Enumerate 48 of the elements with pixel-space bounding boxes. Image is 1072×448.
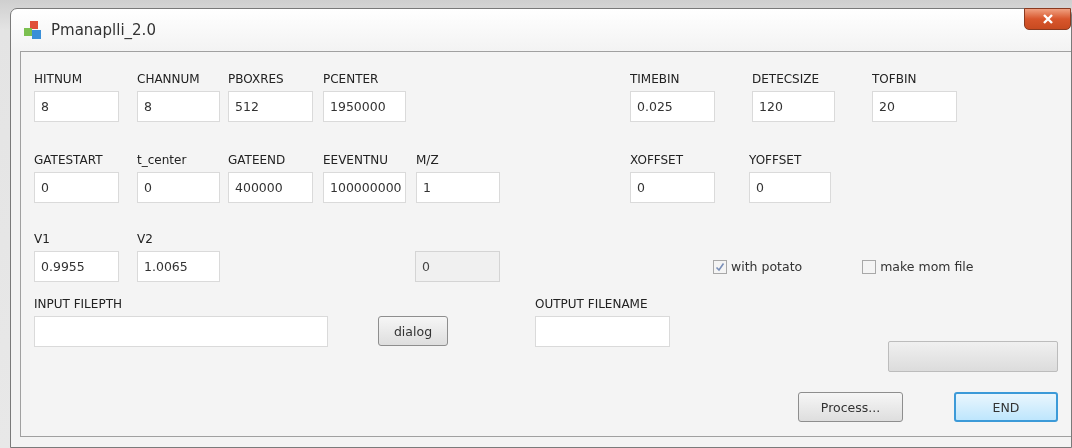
field-label: t_center bbox=[137, 153, 188, 168]
close-icon bbox=[1041, 14, 1054, 24]
end-button[interactable]: END bbox=[954, 392, 1058, 422]
checkbox-label[interactable]: with potato bbox=[731, 259, 803, 274]
field-label: V1 bbox=[34, 232, 51, 247]
field-label: HITNUM bbox=[34, 72, 83, 87]
input-field[interactable]: 20 bbox=[872, 91, 957, 122]
field-label: INPUT FILEPTH bbox=[34, 297, 123, 312]
input-field[interactable]: 8 bbox=[34, 91, 119, 122]
input-field[interactable] bbox=[34, 316, 328, 347]
field-label: DETECSIZE bbox=[752, 72, 821, 87]
field-label: YOFFSET bbox=[749, 153, 803, 168]
field-label: TIMEBIN bbox=[630, 72, 681, 87]
checkbox[interactable] bbox=[713, 259, 727, 274]
input-field[interactable]: 120 bbox=[752, 91, 835, 122]
field-label: CHANNUM bbox=[137, 72, 201, 87]
input-field[interactable] bbox=[535, 316, 670, 347]
field-label: M/Z bbox=[416, 153, 440, 168]
field-label: EEVENTNU bbox=[323, 153, 390, 168]
input-field[interactable]: 1.0065 bbox=[137, 251, 220, 282]
output-field: 0 bbox=[415, 251, 500, 282]
close-button[interactable] bbox=[1024, 8, 1071, 30]
field-label: GATESTART bbox=[34, 153, 104, 168]
input-field[interactable]: 0 bbox=[34, 172, 119, 203]
field-label: TOFBIN bbox=[872, 72, 918, 87]
window-title: Pmanaplli_2.0 bbox=[51, 21, 156, 39]
field-label: XOFFSET bbox=[630, 153, 685, 168]
input-field[interactable]: 0 bbox=[137, 172, 220, 203]
input-field[interactable]: 1950000 bbox=[323, 91, 406, 122]
input-field[interactable]: 0 bbox=[630, 172, 715, 203]
field-label: PCENTER bbox=[323, 72, 380, 87]
input-field[interactable]: 0.9955 bbox=[34, 251, 119, 282]
field-label: GATEEND bbox=[228, 153, 287, 168]
app-icon bbox=[23, 20, 43, 40]
input-field[interactable]: 512 bbox=[228, 91, 313, 122]
input-field[interactable]: 8 bbox=[137, 91, 220, 122]
checkbox-label[interactable]: make mom file bbox=[880, 259, 974, 274]
input-field[interactable]: 1 bbox=[416, 172, 500, 203]
dialog-button[interactable]: dialog bbox=[378, 316, 448, 346]
process-button[interactable]: Process... bbox=[798, 392, 903, 422]
field-label: V2 bbox=[137, 232, 154, 247]
field-label: OUTPUT FILENAME bbox=[535, 297, 649, 312]
input-field[interactable]: 0.025 bbox=[630, 91, 715, 122]
checkbox[interactable] bbox=[862, 259, 877, 274]
input-field[interactable]: 0 bbox=[749, 172, 831, 203]
input-field[interactable]: 100000000 bbox=[323, 172, 406, 203]
field-label: PBOXRES bbox=[228, 72, 285, 87]
input-field[interactable]: 400000 bbox=[228, 172, 313, 203]
